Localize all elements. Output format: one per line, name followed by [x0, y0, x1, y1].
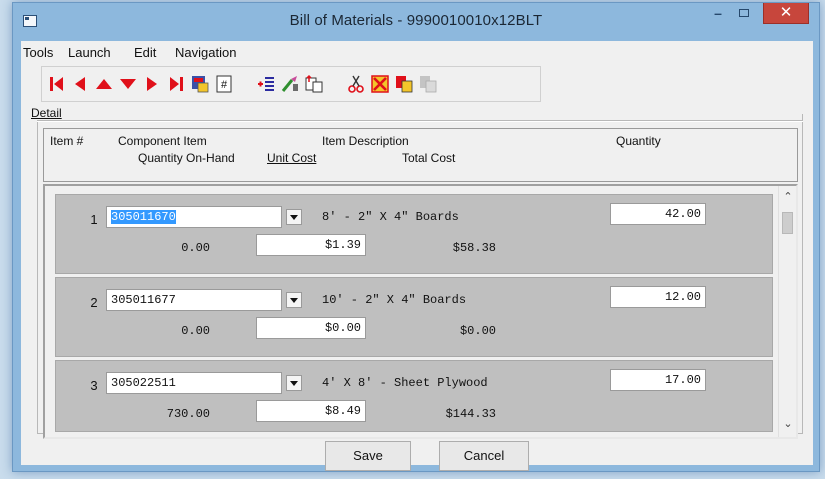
- header-item-description: Item Description: [322, 134, 409, 148]
- bill-of-materials-window: Bill of Materials - 9990010010x12BLT – ✕…: [12, 2, 820, 472]
- chevron-down-icon[interactable]: [286, 375, 302, 391]
- total-cost: $144.33: [445, 407, 496, 421]
- item-description: 10' - 2" X 4" Boards: [322, 293, 467, 307]
- window-title: Bill of Materials - 9990010010x12BLT: [289, 12, 543, 29]
- chevron-down-icon[interactable]: [286, 292, 302, 308]
- table-row: 3 305022511 4' X 8' - Sheet Plywood 17.0…: [55, 360, 773, 432]
- component-item-field[interactable]: 305011677: [106, 289, 282, 311]
- minimize-button[interactable]: –: [705, 3, 731, 24]
- quantity-on-hand: 730.00: [166, 407, 210, 421]
- row-item-number: 1: [90, 212, 98, 227]
- item-description: 8' - 2" X 4" Boards: [322, 210, 459, 224]
- window-client-area: Tools Launch Edit Navigation # Detail It…: [21, 41, 813, 471]
- last-record-icon[interactable]: [166, 74, 186, 94]
- component-item-field[interactable]: 305011670: [106, 206, 282, 228]
- quantity-field[interactable]: 42.00: [610, 203, 706, 225]
- copy-icon[interactable]: [394, 74, 414, 94]
- move-down-icon[interactable]: [118, 74, 138, 94]
- menu-navigation[interactable]: Navigation: [175, 45, 236, 60]
- header-unit-cost: Unit Cost: [267, 151, 317, 165]
- total-cost: $58.38: [452, 241, 496, 255]
- quantity-on-hand: 0.00: [181, 241, 210, 255]
- title-bar[interactable]: Bill of Materials - 9990010010x12BLT – ✕: [13, 3, 819, 41]
- unit-cost-field[interactable]: $1.39: [256, 234, 366, 256]
- chevron-down-icon[interactable]: [286, 209, 302, 225]
- menu-edit[interactable]: Edit: [134, 45, 156, 60]
- svg-text:#: #: [221, 79, 228, 91]
- report-icon[interactable]: [190, 74, 210, 94]
- close-button[interactable]: ✕: [763, 3, 809, 24]
- unit-cost-field[interactable]: $8.49: [256, 400, 366, 422]
- delete-icon[interactable]: [370, 74, 390, 94]
- unit-cost-field[interactable]: $0.00: [256, 317, 366, 339]
- table-row: 2 305011677 10' - 2" X 4" Boards 12.00 0…: [55, 277, 773, 357]
- total-cost: $0.00: [459, 324, 496, 338]
- component-item-field[interactable]: 305022511: [106, 372, 282, 394]
- paste-icon[interactable]: [304, 74, 324, 94]
- vertical-scrollbar[interactable]: ⌃ ⌄: [778, 186, 796, 437]
- header-quantity-on-hand: Quantity On-Hand: [138, 151, 235, 165]
- quantity-field[interactable]: 12.00: [610, 286, 706, 308]
- quantity-field[interactable]: 17.00: [610, 369, 706, 391]
- cut-icon[interactable]: [346, 74, 366, 94]
- detail-label: Detail: [31, 106, 66, 120]
- maximize-icon: [739, 9, 749, 17]
- move-up-icon[interactable]: [94, 74, 114, 94]
- header-total-cost: Total Cost: [402, 151, 456, 165]
- maximize-button[interactable]: [731, 3, 757, 24]
- scroll-down-icon[interactable]: ⌄: [779, 417, 797, 433]
- cancel-button[interactable]: Cancel: [439, 441, 529, 471]
- first-record-icon[interactable]: [47, 74, 67, 94]
- header-item-number: Item #: [50, 134, 84, 148]
- menu-tools[interactable]: Tools: [23, 45, 53, 60]
- quantity-on-hand: 0.00: [181, 324, 210, 338]
- copy-disabled-icon: [418, 74, 438, 94]
- previous-record-icon[interactable]: [70, 74, 90, 94]
- save-button[interactable]: Save: [325, 441, 411, 471]
- item-description: 4' X 8' - Sheet Plywood: [322, 376, 488, 390]
- detail-list[interactable]: 1 305011670 8' - 2" X 4" Boards 42.00 0.…: [43, 184, 798, 439]
- next-record-icon[interactable]: [142, 74, 162, 94]
- row-item-number: 3: [90, 378, 98, 393]
- scroll-up-icon[interactable]: ⌃: [779, 190, 797, 206]
- scroll-thumb[interactable]: [782, 212, 793, 234]
- insert-row-icon[interactable]: [256, 74, 276, 94]
- column-header-panel: Item # Component Item Item Description Q…: [43, 128, 798, 182]
- menu-bar: Tools Launch Edit Navigation: [21, 41, 813, 63]
- toolbar: #: [41, 66, 541, 102]
- header-component-item: Component Item: [118, 134, 207, 148]
- table-row: 1 305011670 8' - 2" X 4" Boards 42.00 0.…: [55, 194, 773, 274]
- row-item-number: 2: [90, 295, 98, 310]
- header-quantity: Quantity: [616, 134, 661, 148]
- menu-launch[interactable]: Launch: [68, 45, 111, 60]
- number-icon[interactable]: #: [214, 74, 234, 94]
- edit-brush-icon[interactable]: [280, 74, 300, 94]
